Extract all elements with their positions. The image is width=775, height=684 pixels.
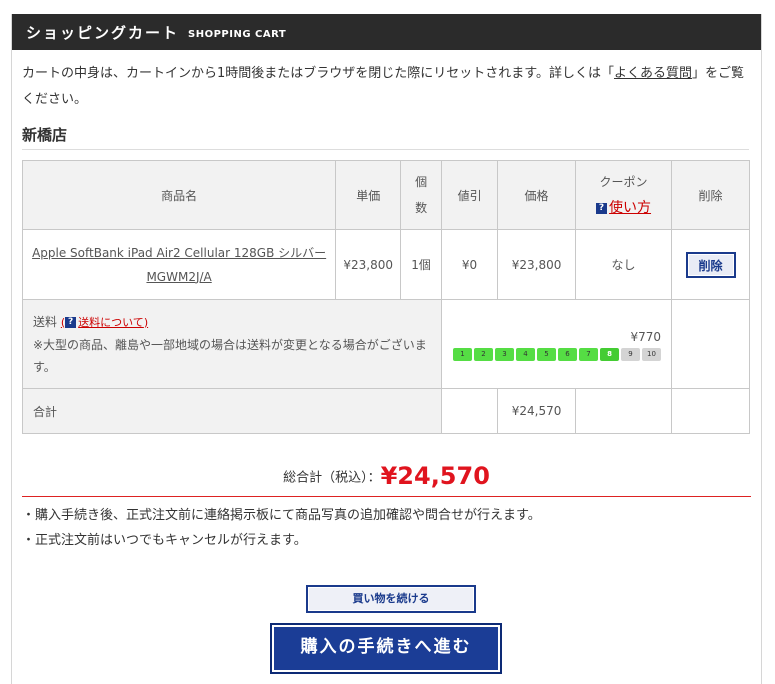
total-label: 合計 <box>21 388 443 434</box>
shipping-info-link[interactable]: (? 送料について) <box>61 316 148 329</box>
scale-step: 7 <box>579 348 599 361</box>
shipping-link-close: ) <box>143 315 149 329</box>
grand-total: 総合計（税込）：¥24,570 <box>22 462 751 497</box>
info-bullets: ・購入手続き後、正式注文前に連絡掲示板にて商品写真の追加確認や問合せが行えます。… <box>22 503 541 553</box>
shipping-amount-cell: ¥770 1 2 3 4 5 6 7 8 9 10 <box>441 299 673 389</box>
page-header: ショッピングカート SHOPPING CART <box>12 14 761 50</box>
grand-total-label: 総合計（税込）： <box>283 470 381 486</box>
help-icon: ? <box>596 203 608 214</box>
scale-step: 3 <box>495 348 515 361</box>
cart-page: ショッピングカート SHOPPING CART カートの中身は、カートインから1… <box>11 14 762 684</box>
qty-cell: 1個 <box>400 229 443 300</box>
continue-shopping-button[interactable]: 買い物を続ける <box>306 585 476 613</box>
scale-step: 2 <box>474 348 494 361</box>
shipping-label: 送料 <box>33 314 58 329</box>
price-cell: ¥23,800 <box>497 229 577 300</box>
cart-notice: カートの中身は、カートインから1時間後またはブラウザを閉じた際にリセットされます… <box>22 61 747 113</box>
scale-step: 5 <box>537 348 557 361</box>
shipping-row: 送料 (? 送料について) ※大型の商品、離島や一部地域の場合は送料が変更となる場… <box>21 299 750 389</box>
checkout-button[interactable]: 購入の手続きへ進む <box>270 623 502 674</box>
coupon-howto-link[interactable]: 使い方 <box>609 200 651 216</box>
cart-table: 商品名 単価 個 数 値引 価格 クーポン ? 使い方 削除 Apple Soft… <box>21 160 750 434</box>
delete-button[interactable]: 削除 <box>685 251 736 278</box>
product-name-cell: Apple SoftBank iPad Air2 Cellular 128GB … <box>21 229 337 300</box>
store-name: 新橋店 <box>22 124 749 150</box>
page-subtitle: SHOPPING CART <box>188 28 287 40</box>
shipping-amount: ¥770 <box>630 330 662 344</box>
product-link[interactable]: Apple SoftBank iPad Air2 Cellular 128GB … <box>32 246 326 284</box>
header-price: 価格 <box>497 160 577 230</box>
faq-link[interactable]: よくある質問 <box>614 66 692 81</box>
header-coupon: クーポン ? 使い方 <box>575 160 673 230</box>
table-header-row: 商品名 単価 個 数 値引 価格 クーポン ? 使い方 削除 <box>21 160 750 230</box>
scale-step: 9 <box>621 348 641 361</box>
header-unit-price: 単価 <box>335 160 402 230</box>
bullet-item: ・正式注文前はいつでもキャンセルが行えます。 <box>22 533 307 548</box>
total-empty-3 <box>671 388 750 434</box>
coupon-cell: なし <box>575 229 673 300</box>
shipping-help-icon: ? <box>65 317 77 328</box>
bullet-item: ・購入手続き後、正式注文前に連絡掲示板にて商品写真の追加確認や問合せが行えます。 <box>22 508 541 523</box>
total-empty-2 <box>575 388 673 434</box>
unit-price-cell: ¥23,800 <box>335 229 402 300</box>
total-row: 合計 ¥24,570 <box>21 388 750 434</box>
scale-step: 4 <box>516 348 536 361</box>
shipping-link-text: 送料について <box>78 315 144 329</box>
total-amount: ¥24,570 <box>497 388 577 434</box>
header-product: 商品名 <box>21 160 337 230</box>
total-empty-1 <box>441 388 499 434</box>
product-name-line2: MGWM2J/A <box>146 269 212 284</box>
shipping-info-cell: 送料 (? 送料について) ※大型の商品、離島や一部地域の場合は送料が変更となる場… <box>21 299 443 389</box>
delete-cell: 削除 <box>671 229 750 300</box>
notice-text: カートの中身は、カートインから1時間後またはブラウザを閉じた際にリセットされます… <box>22 66 614 81</box>
header-delete: 削除 <box>671 160 750 230</box>
header-discount: 値引 <box>441 160 499 230</box>
scale-step: 10 <box>642 348 662 361</box>
header-qty-line1: 個 <box>415 175 428 189</box>
table-row: Apple SoftBank iPad Air2 Cellular 128GB … <box>21 229 750 300</box>
shipping-empty-cell <box>671 299 750 389</box>
product-name-line1: Apple SoftBank iPad Air2 Cellular 128GB … <box>32 245 327 260</box>
header-qty: 個 数 <box>400 160 443 230</box>
grand-total-amount: ¥24,570 <box>380 462 490 490</box>
header-qty-line2: 数 <box>415 201 428 215</box>
shipping-size-scale: 1 2 3 4 5 6 7 8 9 10 <box>443 348 662 361</box>
scale-step: 8 <box>600 348 620 361</box>
header-coupon-label: クーポン <box>599 175 648 189</box>
scale-step: 6 <box>558 348 578 361</box>
shipping-note: ※大型の商品、離島や一部地域の場合は送料が変更となる場合がございます。 <box>33 337 427 374</box>
page-title: ショッピングカート <box>26 23 180 42</box>
scale-step: 1 <box>453 348 473 361</box>
discount-cell: ¥0 <box>441 229 499 300</box>
